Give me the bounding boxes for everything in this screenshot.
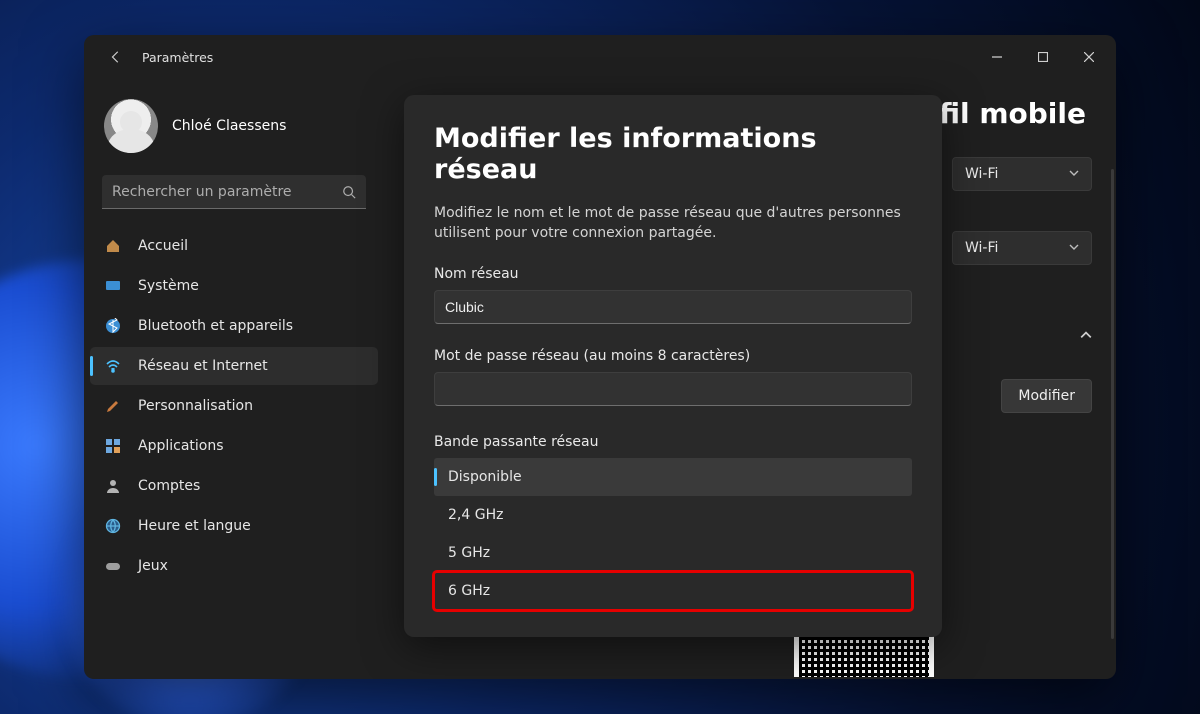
dialog-title: Modifier les informations réseau bbox=[434, 123, 912, 185]
profile-name: Chloé Claessens bbox=[172, 118, 286, 134]
band-option-label: 6 GHz bbox=[448, 583, 490, 599]
maximize-button[interactable] bbox=[1020, 35, 1066, 79]
dropdown-value: Wi-Fi bbox=[965, 166, 998, 182]
sidebar-item-label: Comptes bbox=[138, 478, 200, 494]
network-name-label: Nom réseau bbox=[434, 266, 912, 282]
dialog-description: Modifiez le nom et le mot de passe résea… bbox=[434, 203, 912, 244]
sidebar-item-label: Personnalisation bbox=[138, 398, 253, 414]
share-over-dropdown-2[interactable]: Wi-Fi bbox=[952, 231, 1092, 265]
sidebar-item-time-language[interactable]: Heure et langue bbox=[90, 507, 378, 545]
network-band-label: Bande passante réseau bbox=[434, 434, 912, 450]
qr-code bbox=[794, 631, 934, 677]
search-placeholder: Rechercher un paramètre bbox=[112, 184, 292, 200]
settings-window: Paramètres Chloé Claessens Rechercher un… bbox=[84, 35, 1116, 679]
share-over-dropdown-1[interactable]: Wi-Fi bbox=[952, 157, 1092, 191]
band-option-label: Disponible bbox=[448, 469, 522, 485]
apps-icon bbox=[104, 437, 122, 455]
band-option-2-4ghz[interactable]: 2,4 GHz bbox=[434, 496, 912, 534]
sidebar-item-label: Jeux bbox=[138, 558, 168, 574]
sidebar-item-label: Heure et langue bbox=[138, 518, 251, 534]
home-icon bbox=[104, 237, 122, 255]
band-option-available[interactable]: Disponible bbox=[434, 458, 912, 496]
network-password-input[interactable] bbox=[434, 372, 912, 406]
search-icon bbox=[342, 185, 356, 199]
network-password-label: Mot de passe réseau (au moins 8 caractèr… bbox=[434, 348, 912, 364]
sidebar-item-label: Accueil bbox=[138, 238, 188, 254]
network-name-input[interactable] bbox=[434, 290, 912, 324]
band-option-5ghz[interactable]: 5 GHz bbox=[434, 534, 912, 572]
sidebar-item-accounts[interactable]: Comptes bbox=[90, 467, 378, 505]
sidebar: Chloé Claessens Rechercher un paramètre … bbox=[84, 79, 384, 679]
band-option-label: 5 GHz bbox=[448, 545, 490, 561]
sidebar-item-system[interactable]: Système bbox=[90, 267, 378, 305]
sidebar-item-home[interactable]: Accueil bbox=[90, 227, 378, 265]
sidebar-item-network[interactable]: Réseau et Internet bbox=[90, 347, 378, 385]
sidebar-item-bluetooth[interactable]: Bluetooth et appareils bbox=[90, 307, 378, 345]
profile-block[interactable]: Chloé Claessens bbox=[84, 89, 384, 169]
sidebar-item-gaming[interactable]: Jeux bbox=[90, 547, 378, 585]
minimize-button[interactable] bbox=[974, 35, 1020, 79]
chevron-up-icon[interactable] bbox=[1080, 326, 1092, 345]
brush-icon bbox=[104, 397, 122, 415]
wifi-icon bbox=[104, 357, 122, 375]
band-options-list: Disponible 2,4 GHz 5 GHz 6 GHz bbox=[434, 458, 912, 610]
gamepad-icon bbox=[104, 557, 122, 575]
band-option-label: 2,4 GHz bbox=[448, 507, 503, 523]
search-input[interactable]: Rechercher un paramètre bbox=[102, 175, 366, 209]
sidebar-item-label: Bluetooth et appareils bbox=[138, 318, 293, 334]
close-button[interactable] bbox=[1066, 35, 1112, 79]
globe-icon bbox=[104, 517, 122, 535]
avatar bbox=[104, 99, 158, 153]
dropdown-value: Wi-Fi bbox=[965, 240, 998, 256]
chevron-down-icon bbox=[1069, 166, 1079, 182]
nav: Accueil Système Bluetooth et appareils R… bbox=[84, 223, 384, 591]
person-icon bbox=[104, 477, 122, 495]
modify-button-label: Modifier bbox=[1018, 388, 1075, 404]
window-title: Paramètres bbox=[142, 50, 213, 65]
edit-network-dialog: Modifier les informations réseau Modifie… bbox=[404, 95, 942, 637]
sidebar-item-label: Système bbox=[138, 278, 199, 294]
sidebar-item-personalization[interactable]: Personnalisation bbox=[90, 387, 378, 425]
system-icon bbox=[104, 277, 122, 295]
sidebar-item-apps[interactable]: Applications bbox=[90, 427, 378, 465]
modify-button[interactable]: Modifier bbox=[1001, 379, 1092, 413]
titlebar: Paramètres bbox=[84, 35, 1116, 79]
sidebar-item-label: Réseau et Internet bbox=[138, 358, 268, 374]
band-option-6ghz[interactable]: 6 GHz bbox=[434, 572, 912, 610]
sidebar-item-label: Applications bbox=[138, 438, 224, 454]
chevron-down-icon bbox=[1069, 240, 1079, 256]
back-button[interactable] bbox=[102, 43, 130, 71]
bluetooth-icon bbox=[104, 317, 122, 335]
scrollbar[interactable] bbox=[1111, 169, 1114, 639]
